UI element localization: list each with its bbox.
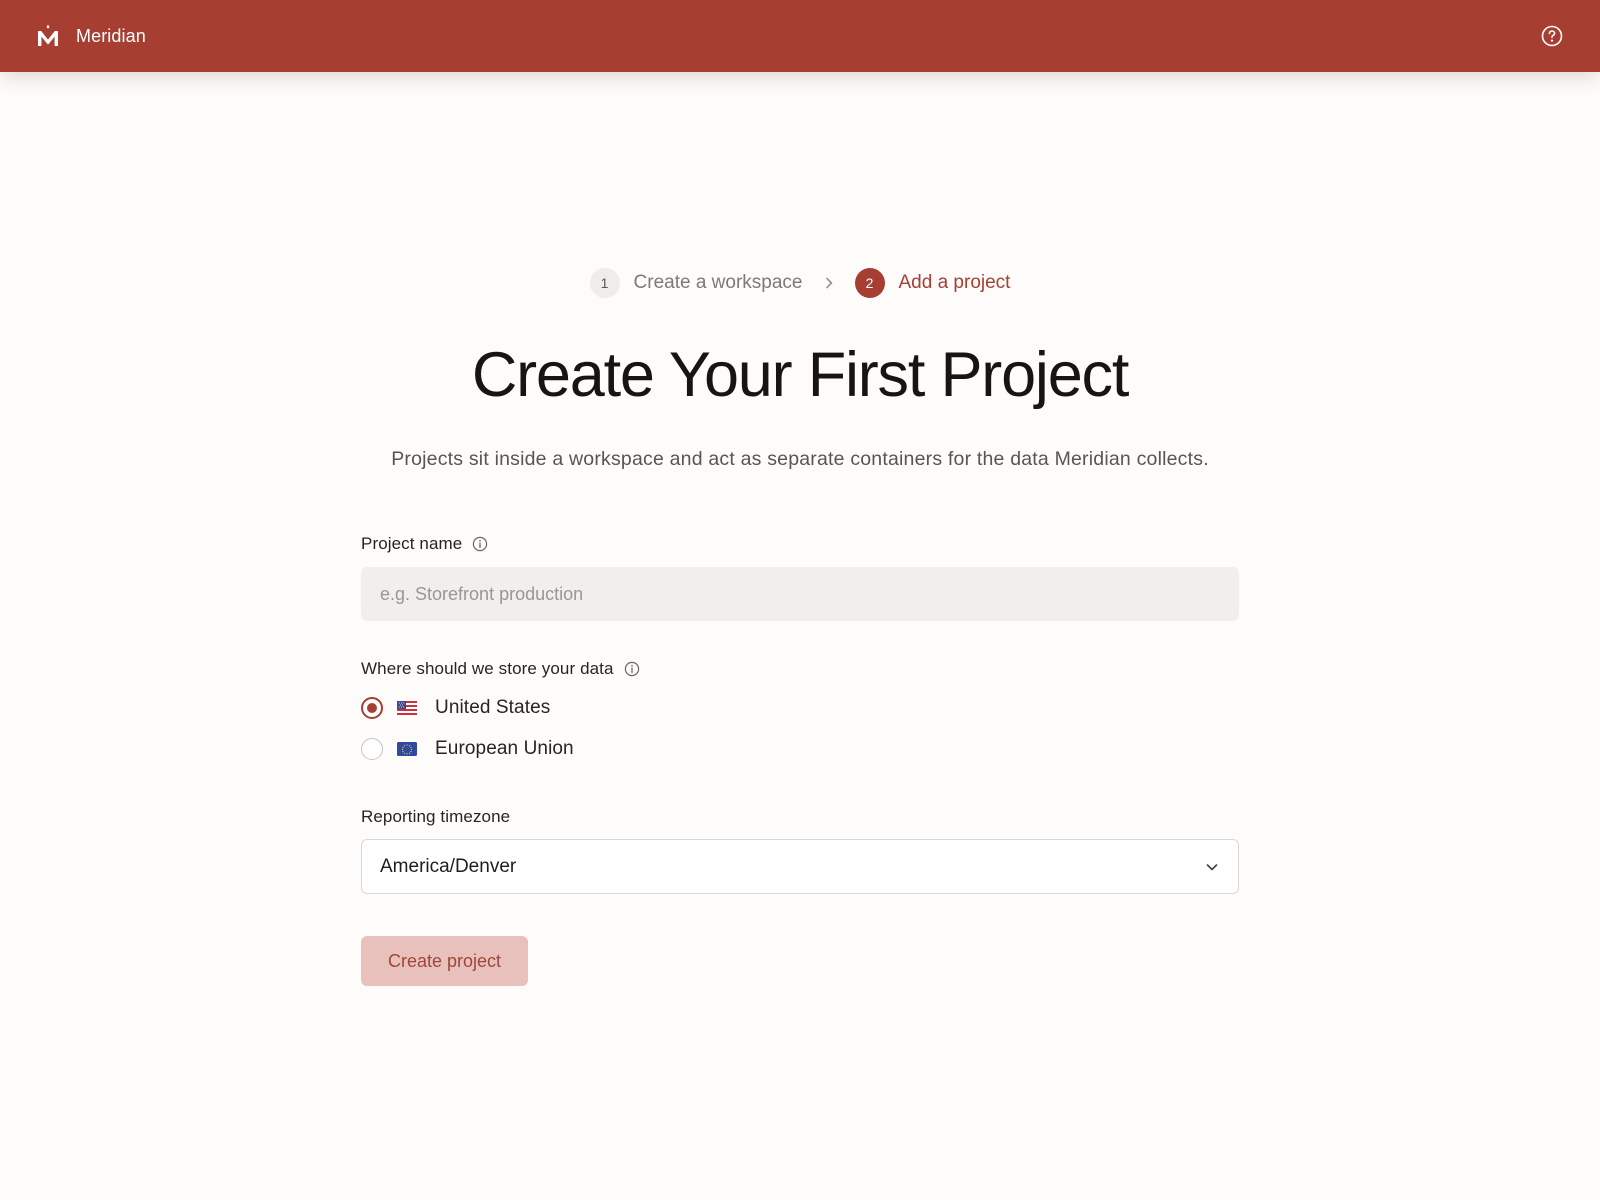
data-location-label-text: Where should we store your data: [361, 659, 614, 678]
data-location-label: Where should we store your data: [361, 659, 640, 679]
project-name-label-text: Project name: [361, 534, 463, 553]
meridian-logo-icon: [38, 24, 58, 46]
step-add-project: 2 Add a project: [854, 268, 1011, 298]
brand-name: Meridian: [76, 25, 146, 46]
radio-label: European Union: [435, 738, 574, 759]
timezone-select[interactable]: America/Denver: [361, 839, 1239, 894]
project-name-input[interactable]: [361, 567, 1239, 621]
onboarding-stepper: 1 Create a workspace 2 Add a project: [361, 266, 1239, 300]
radio-option-united-states[interactable]: United States: [361, 697, 550, 719]
create-project-button[interactable]: Create project: [361, 936, 528, 986]
info-icon[interactable]: [472, 536, 488, 552]
radio-button-checked[interactable]: [361, 697, 383, 719]
timezone-label: Reporting timezone: [361, 807, 510, 827]
chevron-down-icon: [1206, 863, 1218, 870]
project-name-label: Project name: [361, 534, 488, 554]
help-circle-icon[interactable]: [1540, 24, 1564, 48]
step-number-badge: 1: [589, 268, 620, 298]
radio-button-unchecked[interactable]: [361, 738, 383, 760]
step-create-workspace[interactable]: 1 Create a workspace: [589, 268, 803, 298]
eu-flag-icon: [397, 742, 417, 756]
page-subtitle: Projects sit inside a workspace and act …: [391, 448, 1209, 470]
radio-label: United States: [435, 697, 551, 718]
radio-option-european-union[interactable]: European Union: [361, 738, 574, 760]
info-icon[interactable]: [624, 661, 640, 677]
page-title: Create Your First Project: [471, 340, 1129, 410]
timezone-label-text: Reporting timezone: [361, 807, 511, 826]
brand-logo-link[interactable]: Meridian: [36, 24, 146, 48]
timezone-selected-value: America/Denver: [380, 855, 517, 877]
chevron-right-icon: [825, 277, 832, 289]
step-label: Create a workspace: [633, 272, 803, 293]
top-navigation-bar: Meridian: [0, 0, 1600, 72]
step-number-badge: 2: [854, 268, 885, 298]
step-label: Add a project: [898, 272, 1011, 293]
us-flag-icon: [397, 701, 417, 715]
